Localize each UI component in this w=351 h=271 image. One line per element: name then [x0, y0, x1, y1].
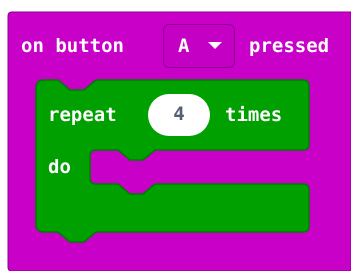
button-dropdown[interactable]: A — [163, 24, 235, 68]
event-label-suffix: pressed — [249, 35, 330, 57]
event-label-prefix: on button — [21, 35, 124, 57]
repeat-label-suffix: times — [225, 104, 283, 126]
repeat-count-value: 4 — [173, 103, 185, 125]
button-dropdown-value: A — [178, 35, 190, 57]
repeat-count-input[interactable]: 4 — [148, 94, 210, 136]
workspace: on button A pressed repeat 4 times do — [0, 0, 351, 271]
chevron-down-icon — [208, 42, 222, 49]
repeat-label-prefix: repeat — [48, 104, 117, 126]
repeat-do-label: do — [48, 156, 71, 178]
